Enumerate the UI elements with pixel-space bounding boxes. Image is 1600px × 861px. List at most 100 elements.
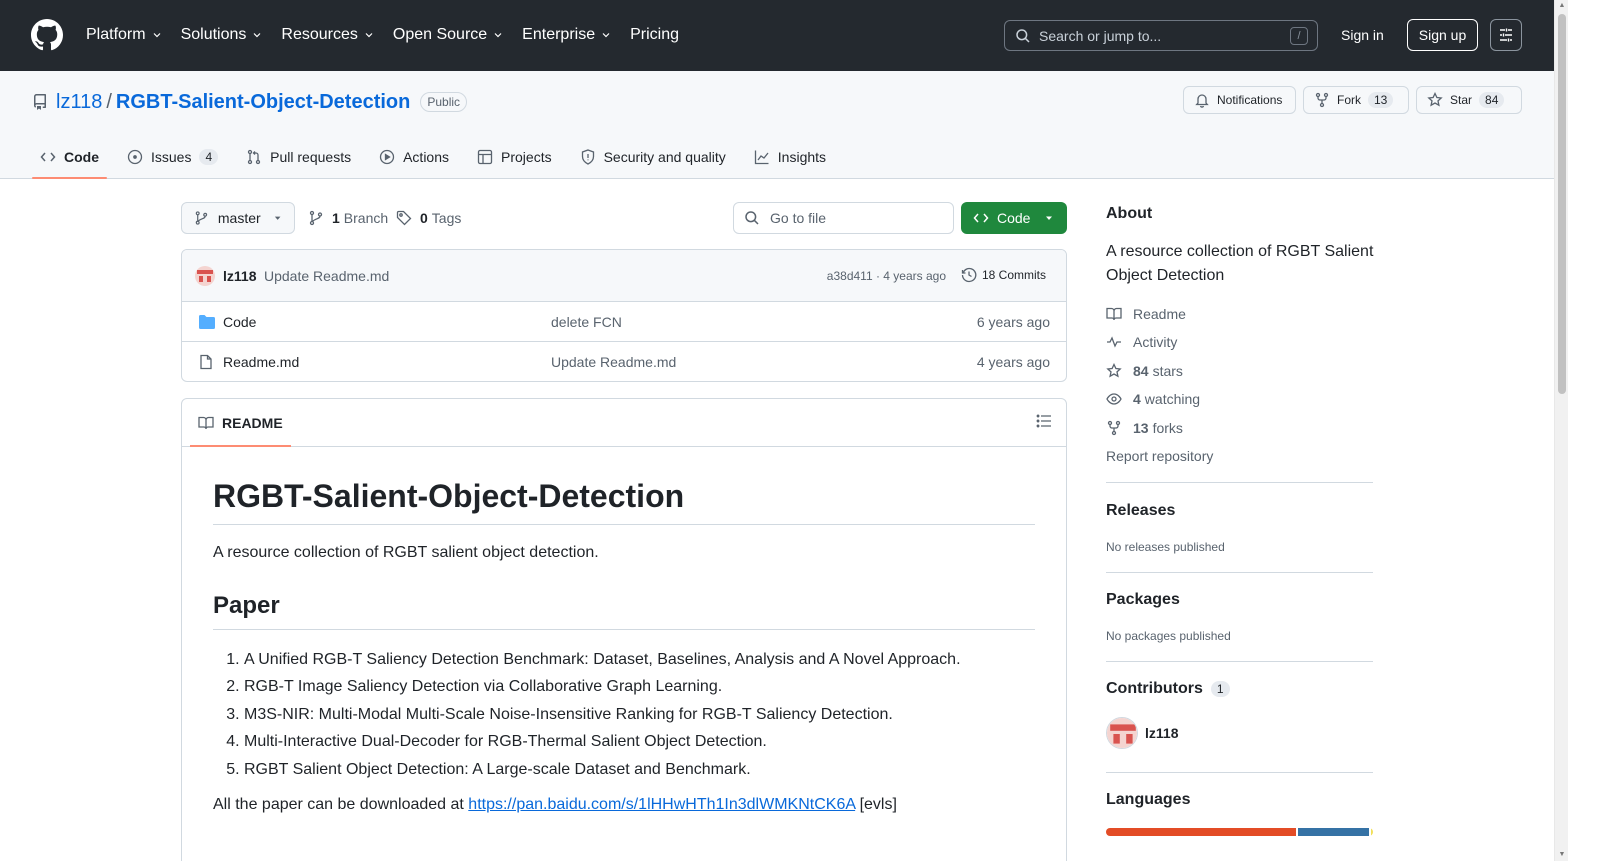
sign-up-button[interactable]: Sign up [1407,19,1478,51]
download-link[interactable]: https://pan.baidu.com/s/1lHHwHTh1In3dlWM… [468,796,855,813]
tab-pull-requests[interactable]: Pull requests [238,135,359,179]
go-to-file-placeholder: Go to file [770,210,827,226]
releases-heading[interactable]: Releases [1106,502,1175,520]
window-margin [1568,0,1600,861]
readme-link[interactable]: Readme [1106,306,1186,322]
contributors-heading[interactable]: Contributors 1 [1106,680,1230,698]
search-icon [745,211,759,225]
tab-projects[interactable]: Projects [469,135,560,179]
nav-open-source[interactable]: Open Source [393,26,504,44]
forks-link[interactable]: 13 forks [1106,420,1183,436]
table-row[interactable]: Readme.md Update Readme.md 4 years ago [182,342,1066,381]
caret-down-icon [274,216,281,220]
packages-heading[interactable]: Packages [1106,591,1180,609]
contributors-label: Contributors [1106,680,1203,697]
go-to-file-input[interactable]: Go to file [733,202,954,234]
table-icon [477,149,493,165]
commit-hash-link[interactable]: a38d411 · 4 years ago [827,269,946,283]
language-segment [1298,828,1369,836]
chevron-down-icon [253,33,261,38]
star-count: 84 [1479,92,1505,108]
book-icon [198,416,214,430]
file-commit-message[interactable]: delete FCN [551,314,622,330]
tab-label: Issues [151,149,192,165]
activity-label: Activity [1133,334,1178,350]
paper-list: A Unified RGB-T Saliency Detection Bench… [213,646,1035,783]
tab-insights[interactable]: Insights [746,135,834,179]
page-scrollbar[interactable]: ▲ ▼ [1554,0,1568,861]
report-repository-link[interactable]: Report repository [1106,448,1213,464]
fork-count: 13 [1368,92,1394,108]
file-age: 4 years ago [976,354,1050,370]
activity-link[interactable]: Activity [1106,334,1177,350]
search-input[interactable]: Search or jump to... / [1004,20,1318,51]
commit-message-link[interactable]: Update Readme.md [264,268,389,284]
eye-icon [1106,393,1122,405]
list-unordered-icon [1036,414,1051,428]
readme-link-label: Readme [1133,306,1186,322]
pulse-icon [1107,336,1121,348]
stars-link[interactable]: 84 stars [1106,363,1183,379]
star-label: Star [1450,93,1473,107]
nav-platform[interactable]: Platform [86,26,163,44]
repo-name-link[interactable]: RGBT-Salient-Object-Detection [116,91,410,114]
nav-resources[interactable]: Resources [281,26,374,44]
readme-tab[interactable]: README [190,399,291,447]
commits-history-link[interactable]: 18 Commits [961,267,1046,283]
sign-in-link[interactable]: Sign in [1341,27,1384,43]
tag-count: 0 [420,210,428,226]
nav-label: Open Source [392,26,488,43]
star-icon [1427,92,1443,107]
branches-link[interactable]: 1 Branch [308,210,388,226]
outline-button[interactable] [1036,413,1052,429]
watchers-link[interactable]: 4 watching [1106,391,1200,407]
file-commit-message[interactable]: Update Readme.md [551,354,676,370]
about-description: A resource collection of RGBT Salient Ob… [1106,243,1374,284]
contributors-count: 1 [1210,681,1230,697]
scrollbar-thumb[interactable] [1558,14,1566,394]
scroll-up-arrow-icon[interactable]: ▲ [1558,2,1566,10]
file-name-link[interactable]: Code [223,314,256,330]
file-name-link[interactable]: Readme.md [223,354,299,370]
nav-pricing[interactable]: Pricing [630,26,679,44]
contributor-item[interactable]: lz118 [1106,717,1178,749]
nav-enterprise[interactable]: Enterprise [522,26,612,44]
caret-down-icon [1046,216,1053,220]
tab-actions[interactable]: Actions [371,135,457,179]
fork-icon [1315,92,1329,108]
table-row[interactable]: Code delete FCN 6 years ago [182,302,1066,342]
avatar[interactable] [195,266,215,286]
tab-security[interactable]: Security and quality [572,135,734,179]
graph-icon [754,150,769,165]
notifications-button[interactable]: Notifications [1183,86,1296,114]
folder-icon [199,315,215,329]
github-logo-icon[interactable] [31,19,63,51]
tags-link[interactable]: 0 Tags [396,210,461,226]
star-button[interactable]: Star 84 [1416,86,1522,114]
language-segment [1106,828,1296,836]
nav-label: Pricing [630,26,679,43]
stars-count: 84 [1133,363,1149,379]
fork-button[interactable]: Fork 13 [1303,86,1409,114]
repo-title: lz118 / RGBT-Salient-Object-Detection Pu… [32,90,468,114]
visibility-badge: Public [420,92,468,112]
tab-label: Code [64,149,99,165]
tab-label: Projects [501,149,552,165]
branch-selector[interactable]: master [181,202,295,234]
tab-issues[interactable]: Issues 4 [119,135,226,179]
tab-code[interactable]: Code [32,135,107,179]
sidebar-divider [1106,572,1373,573]
repo-owner-link[interactable]: lz118 [56,91,102,114]
chevron-down-icon [494,33,502,38]
code-icon [973,213,989,223]
scroll-down-arrow-icon[interactable]: ▼ [1558,851,1566,859]
commit-author-link[interactable]: lz118 [223,268,256,284]
nav-solutions[interactable]: Solutions [181,26,264,44]
code-dropdown-button[interactable]: Code [961,202,1067,234]
language-bar[interactable] [1106,828,1373,836]
watching-label: watching [1144,391,1201,407]
menu-button[interactable] [1490,19,1522,51]
chevron-down-icon [153,33,161,38]
tag-icon [396,210,412,226]
bell-icon [1195,94,1209,108]
